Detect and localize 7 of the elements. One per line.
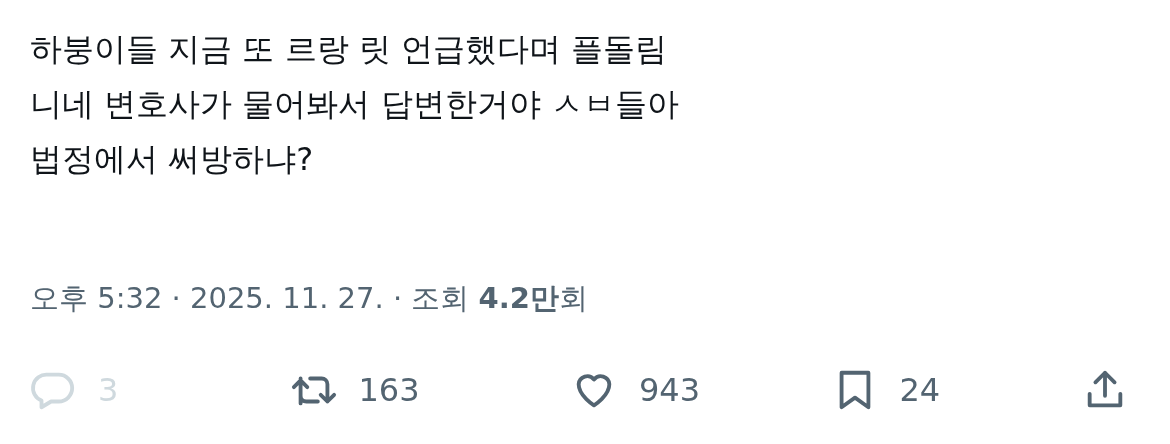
- post-text-line: 법정에서 써방하냐?: [30, 139, 315, 180]
- bookmark-button[interactable]: 24: [831, 367, 962, 413]
- post-meta: 오후 5:32 · 2025. 11. 27. · 조회 4.2만회: [30, 280, 589, 317]
- post-text-line: 하붕이들 지금 또 르랑 릿 언급했다며 플돌림: [30, 29, 669, 70]
- repost-button[interactable]: 163: [290, 367, 451, 413]
- post-text-line: 니네 변호사가 물어봐서 답변한거야 ㅅㅂ들아: [30, 84, 680, 125]
- like-button[interactable]: 943: [571, 367, 711, 413]
